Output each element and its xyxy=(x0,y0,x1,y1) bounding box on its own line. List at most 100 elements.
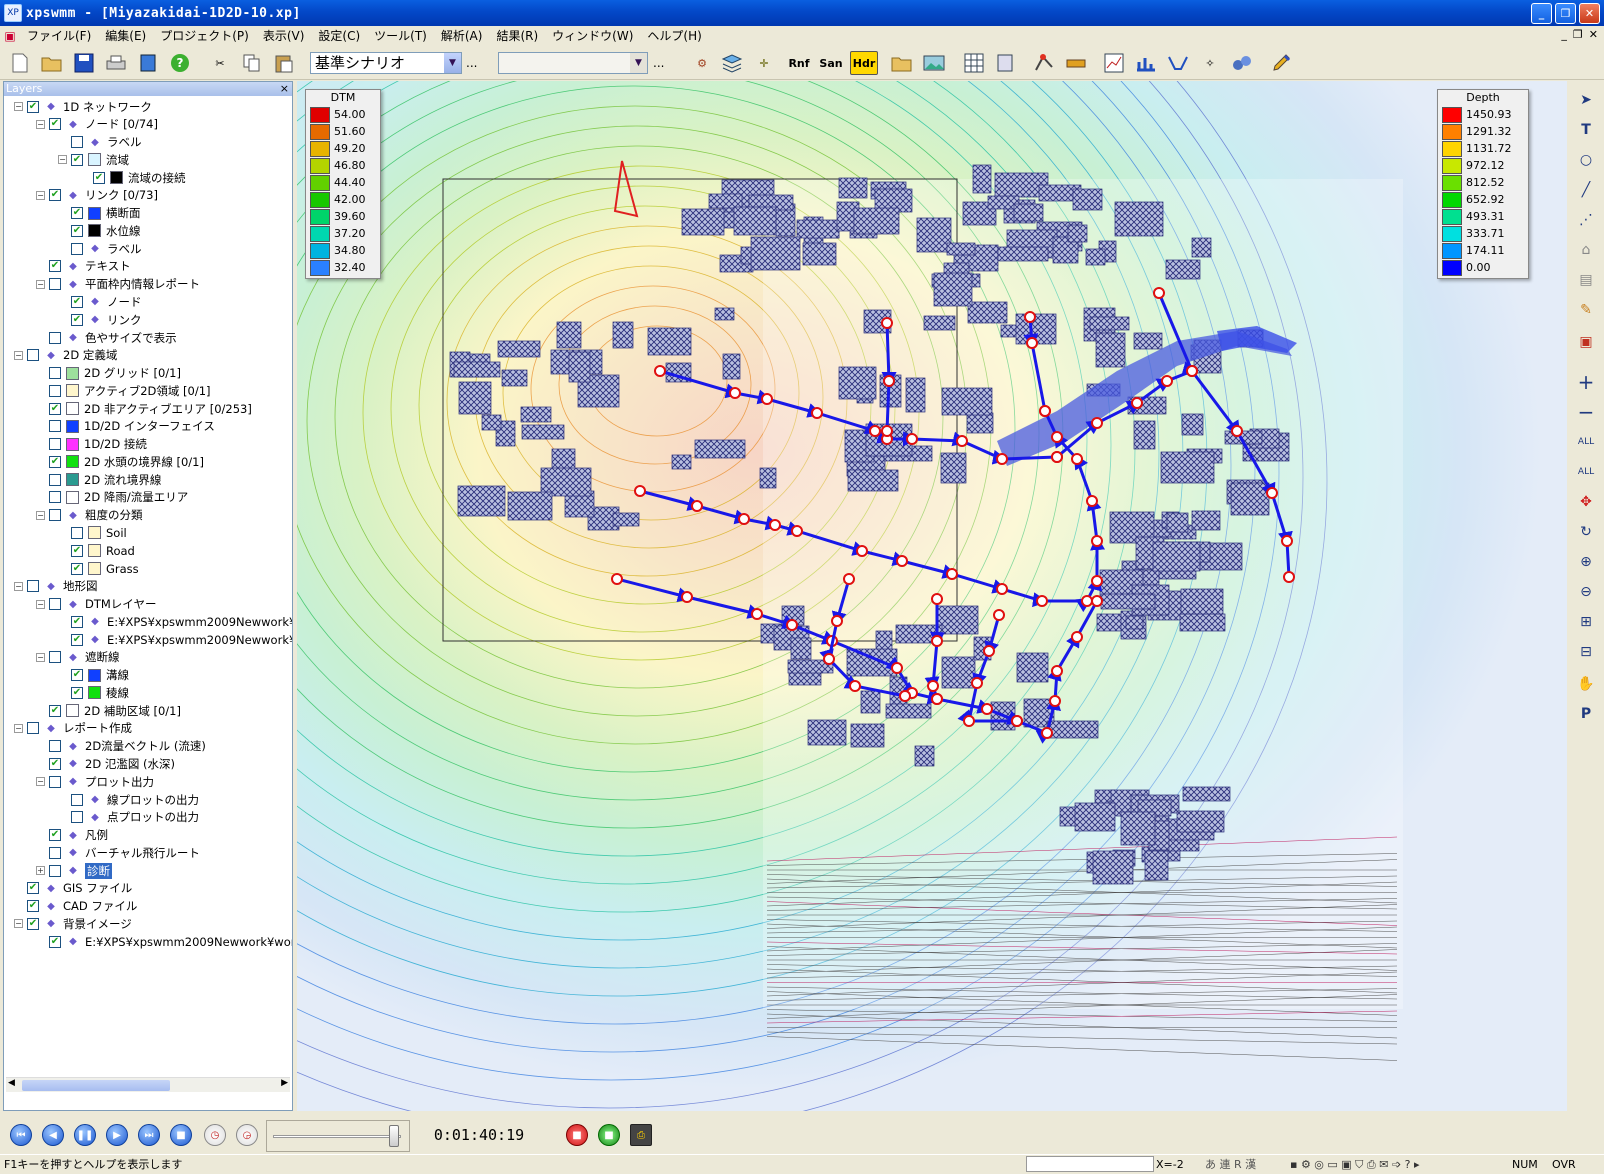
zoom-previous-icon[interactable]: ⊟ xyxy=(1575,641,1597,663)
layer-checkbox[interactable] xyxy=(49,438,61,451)
layer-checkbox[interactable] xyxy=(49,384,61,397)
last-frame-icon[interactable]: ⏭ xyxy=(138,1124,160,1146)
layer-row[interactable]: − ✔ ◆ 背景イメージ xyxy=(14,915,132,932)
layer-checkbox[interactable]: ✔ xyxy=(27,917,39,930)
network-node[interactable] xyxy=(823,653,835,665)
select-all-icon[interactable]: ALL xyxy=(1575,431,1597,453)
expand-toggle-icon[interactable]: − xyxy=(36,190,45,200)
layer-checkbox[interactable]: ✔ xyxy=(49,189,61,202)
gear-icon[interactable]: ⚙ xyxy=(690,51,714,75)
layer-row[interactable]: ✔ ◆ リンク xyxy=(58,311,142,328)
menu-help[interactable]: ヘルプ(H) xyxy=(640,26,708,46)
network-node[interactable] xyxy=(1091,535,1103,547)
expand-toggle-icon[interactable]: − xyxy=(36,599,45,609)
layer-checkbox[interactable]: ✔ xyxy=(71,686,83,699)
network-node[interactable] xyxy=(899,690,911,702)
pipe-icon[interactable] xyxy=(1064,51,1088,75)
section-icon[interactable] xyxy=(1166,51,1190,75)
network-node[interactable] xyxy=(931,593,943,605)
menu-tools[interactable]: ツール(T) xyxy=(367,26,434,46)
layer-checkbox[interactable] xyxy=(71,793,83,806)
expand-toggle-icon[interactable]: − xyxy=(36,652,45,662)
layer-row[interactable]: ✔ 2D 補助区域 [0/1] xyxy=(36,702,181,719)
layer-checkbox[interactable] xyxy=(71,526,83,539)
layer-checkbox[interactable]: ✔ xyxy=(71,544,83,557)
layer-checkbox[interactable]: ✔ xyxy=(93,171,105,184)
network-node[interactable] xyxy=(738,513,750,525)
chevron-down-icon[interactable]: ▼ xyxy=(444,53,461,73)
layer-checkbox[interactable]: ✔ xyxy=(71,669,83,682)
layer-checkbox[interactable]: ✔ xyxy=(27,882,39,895)
layer-checkbox[interactable] xyxy=(49,473,61,486)
layer-row[interactable]: − ◆ 遮断線 xyxy=(36,649,120,666)
network-node[interactable] xyxy=(956,435,968,447)
layer-row[interactable]: 2D グリッド [0/1] xyxy=(36,365,181,382)
layer-row[interactable]: ✔ ◆ CAD ファイル xyxy=(14,898,137,915)
network-node[interactable] xyxy=(1041,727,1053,739)
network-node[interactable] xyxy=(1091,575,1103,587)
network-node[interactable] xyxy=(1153,287,1165,299)
network-node[interactable] xyxy=(849,680,861,692)
network-node[interactable] xyxy=(786,619,798,631)
layer-row[interactable]: ✔ ◆ 2D 氾濫図 (水深) xyxy=(36,755,175,772)
secondary-select[interactable]: ▼ xyxy=(498,52,648,74)
layer-checkbox[interactable] xyxy=(27,580,39,593)
scroll-left-icon[interactable]: ◀ xyxy=(8,1078,15,1088)
network-node[interactable] xyxy=(1281,535,1293,547)
layer-checkbox[interactable] xyxy=(49,740,61,753)
help-icon[interactable]: ? xyxy=(168,51,192,75)
layer-checkbox[interactable]: ✔ xyxy=(49,402,61,415)
layer-row[interactable]: ◆ バーチャル飛行ルート xyxy=(36,844,200,861)
network-node[interactable] xyxy=(869,425,881,437)
network-node[interactable] xyxy=(927,680,939,692)
network-node[interactable] xyxy=(996,583,1008,595)
time-slider[interactable] xyxy=(266,1120,410,1152)
network-node[interactable] xyxy=(1051,665,1063,677)
layer-row[interactable]: ◆ 線プロットの出力 xyxy=(58,791,199,808)
print-icon[interactable] xyxy=(104,51,128,75)
layer-checkbox[interactable] xyxy=(49,420,61,433)
layer-row[interactable]: − ✔ ◆ ノード [0/74] xyxy=(36,116,158,133)
scenario-select[interactable]: 基準シナリオ ▼ xyxy=(310,52,462,74)
ruler-icon[interactable]: ✎ xyxy=(1575,299,1597,321)
table-icon[interactable] xyxy=(962,51,986,75)
layer-checkbox[interactable] xyxy=(49,278,61,291)
area-tool-icon[interactable]: ▤ xyxy=(1575,269,1597,291)
close-icon[interactable]: × xyxy=(280,82,289,96)
network-node[interactable] xyxy=(1081,595,1093,607)
maximize-button[interactable]: ❐ xyxy=(1555,3,1576,24)
open-folder-icon[interactable] xyxy=(40,51,64,75)
network-node[interactable] xyxy=(996,453,1008,465)
expand-toggle-icon[interactable]: − xyxy=(58,155,67,165)
layer-checkbox[interactable]: ✔ xyxy=(49,704,61,717)
chevron-down-icon[interactable]: ▼ xyxy=(630,53,647,73)
network-node[interactable] xyxy=(883,375,895,387)
new-file-icon[interactable] xyxy=(8,51,32,75)
layer-checkbox[interactable]: ✔ xyxy=(71,207,83,220)
zoom-plus-icon[interactable]: + xyxy=(1575,370,1597,394)
layer-checkbox[interactable] xyxy=(27,722,39,735)
network-node[interactable] xyxy=(791,525,803,537)
layer-row[interactable]: ✔ Grass xyxy=(58,560,139,577)
layer-row[interactable]: − ◆ 平面枠内情報レポート xyxy=(36,276,200,293)
zoom-out-icon[interactable]: ⊖ xyxy=(1575,581,1597,603)
clock-back-icon[interactable]: ◶ xyxy=(236,1124,258,1146)
profile-icon[interactable] xyxy=(1134,51,1158,75)
network-node[interactable] xyxy=(906,433,918,445)
deselect-all-icon[interactable]: ALL xyxy=(1575,461,1597,483)
layer-row[interactable]: ✔ ◆ E:¥XPS¥xpswmm2009Newwork¥wo xyxy=(58,631,292,648)
zoom-in-icon[interactable]: ⊕ xyxy=(1575,551,1597,573)
layer-checkbox[interactable] xyxy=(49,651,61,664)
network-node[interactable] xyxy=(691,500,703,512)
network-node[interactable] xyxy=(1266,487,1278,499)
layer-row[interactable]: − ✔ ◆ リンク [0/73] xyxy=(36,187,158,204)
menu-file[interactable]: ファイル(F) xyxy=(20,26,98,46)
layer-row[interactable]: − ✔ ◆ 1D ネットワーク xyxy=(14,98,152,115)
layer-checkbox[interactable]: ✔ xyxy=(71,224,83,237)
layer-row[interactable]: ✔ 流域の接続 xyxy=(80,169,186,186)
menu-window[interactable]: ウィンドウ(W) xyxy=(545,26,640,46)
layer-checkbox[interactable] xyxy=(49,331,61,344)
mdi-close-button[interactable]: ✕ xyxy=(1589,28,1598,41)
layers-icon[interactable] xyxy=(720,51,744,75)
network-node[interactable] xyxy=(1161,375,1173,387)
